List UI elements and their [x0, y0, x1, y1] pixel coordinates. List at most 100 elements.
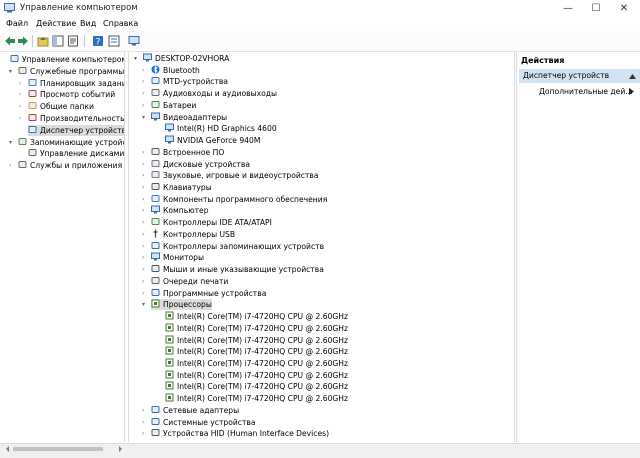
device-item[interactable]: Intel(R) Core(TM) i7-4720HQ CPU @ 2.60GH…	[165, 311, 348, 322]
device-category[interactable]: Мыши и иные указывающие устройства	[151, 264, 324, 275]
device-category[interactable]: Bluetooth	[151, 65, 200, 76]
minimize-button[interactable]: —	[554, 0, 582, 17]
menu-file[interactable]: Файл	[6, 19, 28, 28]
tree-item-label: Intel(R) Core(TM) i7-4720HQ CPU @ 2.60GH…	[177, 394, 348, 404]
device-item[interactable]: Intel(R) Core(TM) i7-4720HQ CPU @ 2.60GH…	[165, 381, 348, 392]
device-category[interactable]: MTD-устройства	[151, 76, 228, 87]
device-category[interactable]: Аудиовходы и аудиовыходы	[151, 88, 277, 99]
up-folder-icon[interactable]	[37, 35, 49, 47]
console-tree-pane[interactable]: Управление компьютером (л Служебные прогр…	[0, 52, 125, 442]
menu-help[interactable]: Справка	[103, 19, 138, 28]
expand-closed-icon[interactable]: ›	[9, 160, 11, 171]
expand-open-icon[interactable]: ▾	[9, 137, 12, 148]
device-item[interactable]: Intel(R) HD Graphics 4600	[165, 123, 277, 134]
menu-view[interactable]: Вид	[80, 19, 96, 28]
expand-open-icon[interactable]: ▾	[142, 299, 145, 310]
expand-closed-icon[interactable]: ›	[142, 217, 144, 228]
expand-closed-icon[interactable]: ›	[142, 428, 144, 439]
device-category[interactable]: Очереди печати	[151, 276, 228, 287]
device-category[interactable]: Контроллеры IDE ATA/ATAPI	[151, 217, 272, 228]
show-hide-tree-icon[interactable]	[52, 35, 64, 47]
device-category[interactable]: Контроллеры USB	[151, 229, 235, 240]
device-category[interactable]: Мониторы	[151, 252, 204, 263]
console-tree-icon[interactable]	[108, 35, 120, 47]
device-item[interactable]: Intel(R) Core(TM) i7-4720HQ CPU @ 2.60GH…	[165, 346, 348, 357]
device-category[interactable]: Батареи	[151, 100, 196, 111]
device-item[interactable]: Intel(R) Core(TM) i7-4720HQ CPU @ 2.60GH…	[165, 370, 348, 381]
device-category[interactable]: Клавиатуры	[151, 182, 212, 193]
expand-closed-icon[interactable]: ›	[142, 264, 144, 275]
device-category[interactable]: Компьютер	[151, 205, 209, 216]
device-category[interactable]: Компоненты программного обеспечения	[151, 194, 327, 205]
device-item[interactable]: Intel(R) Core(TM) i7-4720HQ CPU @ 2.60GH…	[165, 393, 348, 404]
expand-closed-icon[interactable]: ›	[19, 101, 21, 112]
more-actions-link[interactable]: Дополнительные дей...	[539, 87, 633, 96]
actions-pane: Действия Диспетчер устройств Дополнитель…	[516, 52, 640, 442]
expand-closed-icon[interactable]: ›	[142, 159, 144, 170]
device-category[interactable]: Сетевые адаптеры	[151, 405, 239, 416]
expand-closed-icon[interactable]: ›	[19, 89, 21, 100]
menu-action[interactable]: Действие	[36, 19, 76, 28]
expand-closed-icon[interactable]: ›	[142, 229, 144, 240]
expand-closed-icon[interactable]: ›	[142, 76, 144, 87]
horizontal-scrollbar[interactable]	[4, 444, 124, 454]
device-category[interactable]: Дисковые устройства	[151, 159, 250, 170]
maximize-button[interactable]: ☐	[582, 0, 610, 17]
back-arrow-icon[interactable]	[4, 35, 16, 47]
expand-closed-icon[interactable]: ›	[142, 205, 144, 216]
expand-closed-icon[interactable]: ›	[142, 405, 144, 416]
expand-closed-icon[interactable]: ›	[142, 88, 144, 99]
expand-closed-icon[interactable]: ›	[19, 113, 21, 124]
expand-closed-icon[interactable]: ›	[142, 276, 144, 287]
console-tree-item[interactable]: Запоминающие устройства	[18, 137, 124, 148]
close-button[interactable]: ✕	[610, 0, 638, 17]
expand-closed-icon[interactable]: ›	[142, 100, 144, 111]
properties-icon[interactable]	[67, 35, 79, 47]
console-tree-item[interactable]: Планировщик заданий	[28, 78, 124, 89]
actions-section-device-manager[interactable]: Диспетчер устройств	[519, 69, 640, 83]
expand-closed-icon[interactable]: ›	[142, 241, 144, 252]
console-tree-item[interactable]: Просмотр событий	[28, 89, 115, 100]
expand-open-icon[interactable]: ▾	[134, 53, 137, 64]
device-category[interactable]: Контроллеры запоминающих устройств	[151, 241, 324, 252]
console-tree-item[interactable]: Производительность	[28, 113, 124, 124]
expand-closed-icon[interactable]: ›	[142, 194, 144, 205]
expand-closed-icon[interactable]: ›	[142, 288, 144, 299]
console-tree-item[interactable]: Служебные программы	[18, 66, 124, 77]
device-category[interactable]: Устройства HID (Human Interface Devices)	[151, 428, 329, 439]
device-category[interactable]: Звуковые, игровые и видеоустройства	[151, 170, 319, 181]
device-category[interactable]: Программные устройства	[151, 288, 266, 299]
expand-closed-icon[interactable]: ›	[142, 170, 144, 181]
device-category[interactable]: Процессоры	[151, 299, 212, 311]
expand-closed-icon[interactable]: ›	[142, 182, 144, 193]
console-tree-item[interactable]: Диспетчер устройств	[28, 124, 124, 136]
computer-icon	[143, 53, 152, 62]
monitor-scan-icon[interactable]	[128, 35, 140, 47]
device-category[interactable]: Видеоадаптеры	[151, 112, 227, 123]
device-tree-root[interactable]: DESKTOP-02VHORA	[143, 53, 229, 64]
hid-icon	[151, 429, 160, 437]
expand-closed-icon[interactable]: ›	[142, 147, 144, 158]
console-tree-item[interactable]: Управление дисками	[28, 148, 124, 159]
expand-closed-icon[interactable]: ›	[19, 78, 21, 89]
device-category[interactable]: Встроенное ПО	[151, 147, 224, 158]
console-tree-item[interactable]: Общие папки	[28, 101, 94, 112]
device-item[interactable]: Intel(R) Core(TM) i7-4720HQ CPU @ 2.60GH…	[165, 323, 348, 334]
expand-closed-icon[interactable]: ›	[142, 65, 144, 76]
device-item[interactable]: Intel(R) Core(TM) i7-4720HQ CPU @ 2.60GH…	[165, 358, 348, 369]
console-tree-item[interactable]: Службы и приложения	[18, 160, 122, 171]
expand-closed-icon[interactable]: ›	[142, 417, 144, 428]
expand-open-icon[interactable]: ▾	[9, 66, 12, 77]
device-item[interactable]: NVIDIA GeForce 940M	[165, 135, 260, 146]
tree-item-label: Контроллеры запоминающих устройств	[163, 241, 325, 251]
expand-open-icon[interactable]: ▾	[142, 112, 145, 123]
expand-closed-icon[interactable]: ›	[142, 252, 144, 263]
help-icon[interactable]: ?	[92, 35, 104, 47]
device-tree-pane[interactable]: DESKTOP-02VHORA ▾ Bluetooth › MTD-устройства…	[128, 52, 515, 442]
forward-arrow-icon[interactable]	[17, 35, 29, 47]
device-category[interactable]: Системные устройства	[151, 417, 256, 428]
device-item[interactable]: Intel(R) Core(TM) i7-4720HQ CPU @ 2.60GH…	[165, 335, 348, 346]
tree-item-label: Сетевые адаптеры	[163, 405, 240, 415]
collapse-up-icon[interactable]	[629, 73, 636, 79]
console-tree-item[interactable]: Управление компьютером (л	[10, 54, 124, 65]
